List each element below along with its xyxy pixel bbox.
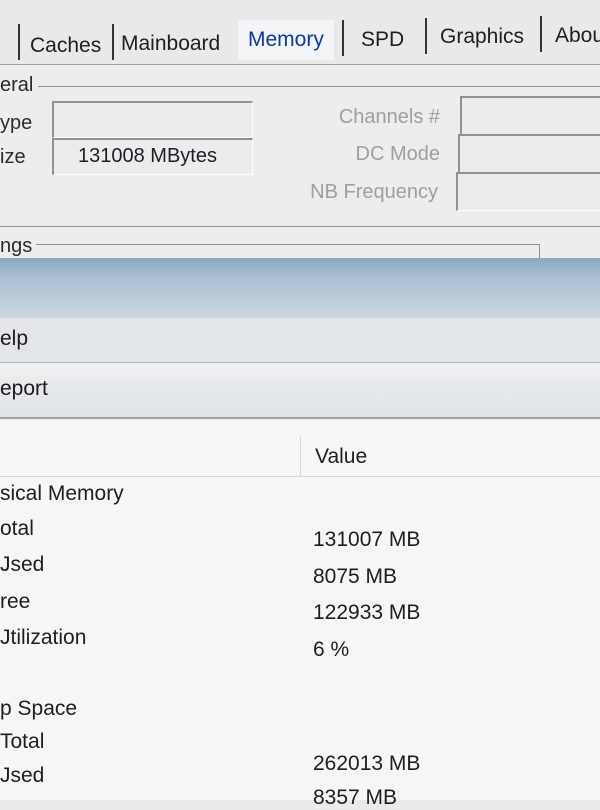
row-label: p Space <box>0 697 78 720</box>
tab-separator <box>18 24 20 60</box>
channels-field <box>460 96 600 135</box>
tab-separator <box>342 20 344 56</box>
row-value: 122933 MB <box>313 601 421 624</box>
row-label: Total <box>0 730 45 753</box>
tab-separator <box>425 18 427 54</box>
value-column-header[interactable]: Value <box>315 445 367 469</box>
menu-help[interactable]: elp <box>0 327 28 351</box>
row-value: 262013 MB <box>313 752 421 775</box>
row-label: Jsed <box>0 553 45 576</box>
size-label: ize <box>0 146 26 168</box>
type-field <box>52 101 253 138</box>
dc-mode-label: DC Mode <box>355 143 440 165</box>
timings-group-border <box>36 244 540 245</box>
cpuz-window: Caches Mainboard Memory SPD Graphics Abo… <box>0 0 600 258</box>
nb-frequency-label: NB Frequency <box>310 181 438 203</box>
general-group-border <box>38 86 600 87</box>
tab-caches[interactable]: Caches <box>30 26 101 66</box>
menu-bar: elp <box>0 318 600 363</box>
window-titlebar[interactable] <box>0 258 600 318</box>
channels-label: Channels # <box>338 106 440 128</box>
timings-group-edge <box>539 244 540 258</box>
nb-frequency-field <box>456 172 600 211</box>
size-value: 131008 MBytes <box>78 145 217 167</box>
general-group-bottom <box>0 226 600 227</box>
tab-bar: Caches Mainboard Memory SPD Graphics Abo… <box>0 0 600 65</box>
timings-group-label: ngs <box>0 235 33 257</box>
type-label: ype <box>0 112 33 134</box>
toolbar: eport <box>0 363 600 419</box>
general-group-label: eral <box>0 74 34 96</box>
column-separator[interactable] <box>300 436 301 476</box>
tab-graphics[interactable]: Graphics <box>440 17 524 57</box>
tab-separator <box>112 24 114 60</box>
row-label: ree <box>0 590 31 613</box>
tab-mainboard[interactable]: Mainboard <box>121 24 220 64</box>
row-label: Jtilization <box>0 626 87 649</box>
report-button[interactable]: eport <box>0 377 48 401</box>
row-value: 131007 MB <box>313 528 421 551</box>
system-info-list <box>0 420 600 800</box>
tab-spd[interactable]: SPD <box>361 20 404 60</box>
row-value: 8357 MB <box>313 786 398 809</box>
tab-memory[interactable]: Memory <box>238 20 334 60</box>
row-value: 6 % <box>313 638 350 661</box>
row-label: sical Memory <box>0 482 124 505</box>
dc-mode-field <box>458 134 600 173</box>
row-value: 8075 MB <box>313 565 398 588</box>
row-label: Jsed <box>0 764 45 787</box>
tab-about[interactable]: Abou <box>555 16 600 56</box>
row-label: otal <box>0 517 34 540</box>
tab-separator <box>540 16 542 52</box>
